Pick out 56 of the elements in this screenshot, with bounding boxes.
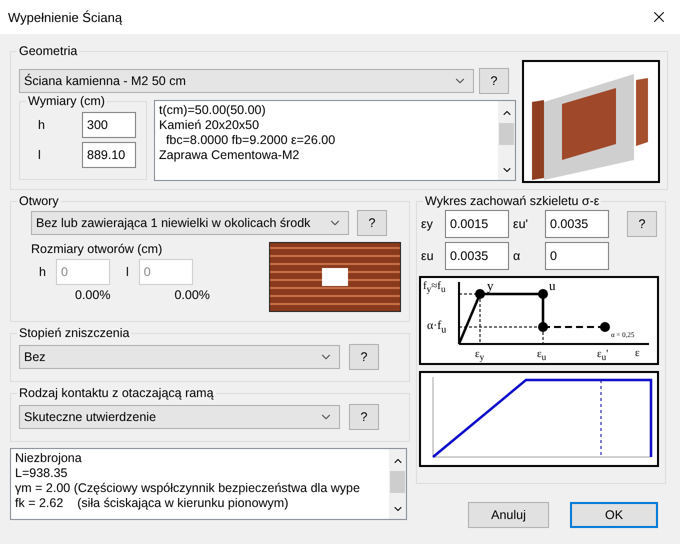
- help-button[interactable]: ?: [479, 68, 509, 94]
- point-label: y: [487, 279, 494, 292]
- scrollbar[interactable]: [389, 449, 406, 519]
- note-text: L=938.35: [15, 466, 68, 481]
- percent-text: 0.00%: [174, 288, 210, 302]
- help-button[interactable]: ?: [627, 211, 657, 237]
- group-title: Otwory: [18, 194, 60, 208]
- property-text: fbc=8.0000 fb=9.2000 ε=26.00: [164, 133, 336, 148]
- input-field[interactable]: 0.0015: [445, 210, 509, 238]
- help-button[interactable]: ?: [349, 344, 379, 370]
- scroll-thumb[interactable]: [499, 123, 514, 145]
- field-label: εu: [421, 249, 435, 263]
- help-button[interactable]: ?: [357, 210, 387, 236]
- axis-label: f$_{y}$≈f$_{u}$: [423, 280, 446, 294]
- dialog-button[interactable]: OK: [570, 502, 658, 528]
- axis-label: ε$_{y}$: [475, 348, 484, 362]
- property-text: Zaprawa Cementowa-M2: [159, 148, 300, 163]
- group-title: Wykres zachowań szkieletu σ-ε: [424, 194, 600, 208]
- window-title: Wypełnienie Ścianą: [8, 10, 122, 24]
- group-title: Geometria: [18, 44, 78, 58]
- field-label: l: [126, 265, 129, 279]
- point-label: u: [549, 279, 556, 292]
- input-field[interactable]: 0.0035: [445, 242, 509, 270]
- axis-label: ε$_{u}$': [597, 348, 608, 362]
- input-field[interactable]: 0: [545, 242, 609, 270]
- percent-text: 0.00%: [75, 288, 110, 302]
- axis-label: α·f$_{u}$: [427, 318, 446, 336]
- scroll-thumb[interactable]: [390, 471, 405, 493]
- dropdown[interactable]: Bez lub zawierająca 1 niewielki w okolicach środk: [31, 211, 349, 235]
- dropdown[interactable]: Bez: [19, 345, 340, 369]
- property-text: Kamień 20x20x50: [159, 118, 260, 133]
- note-text: Niezbrojona: [15, 451, 83, 466]
- input-field[interactable]: 889.10: [82, 142, 136, 168]
- dialog-button[interactable]: Anuluj: [468, 502, 549, 528]
- axis-label: ε$_{u}$: [537, 348, 546, 362]
- help-button[interactable]: ?: [349, 404, 379, 430]
- field-label: h: [39, 265, 46, 279]
- dropdown[interactable]: Ściana kamienna - M2 50 cm: [19, 69, 474, 93]
- note-text: fk = 2.62 (siła ściskająca w kierunku pionowym): [15, 496, 290, 511]
- field-label: h: [37, 118, 46, 132]
- note-text: γm = 2.00 (Częściowy współczynnik bezpieczeństwa dla wype: [15, 481, 361, 496]
- group-title: Rodzaj kontaktu z otaczającą ramą: [18, 386, 215, 400]
- group-title: Stopień zniszczenia: [18, 326, 130, 340]
- field-label: l: [37, 148, 42, 162]
- input-field[interactable]: 0.0035: [545, 210, 609, 238]
- axis-label: ε: [635, 348, 640, 359]
- field-label: εy: [421, 217, 434, 231]
- group-title: Wymiary (cm): [27, 94, 106, 108]
- scrollbar[interactable]: [498, 101, 515, 180]
- section-label: Rozmiary otworów (cm): [31, 242, 164, 256]
- property-text: t(cm)=50.00(50.00): [159, 103, 267, 118]
- opening-shape: [322, 268, 348, 286]
- dropdown[interactable]: Skuteczne utwierdzenie: [19, 405, 340, 429]
- input-field[interactable]: 300: [82, 112, 136, 138]
- field-label: εu': [513, 217, 529, 231]
- field-label: α: [513, 249, 522, 263]
